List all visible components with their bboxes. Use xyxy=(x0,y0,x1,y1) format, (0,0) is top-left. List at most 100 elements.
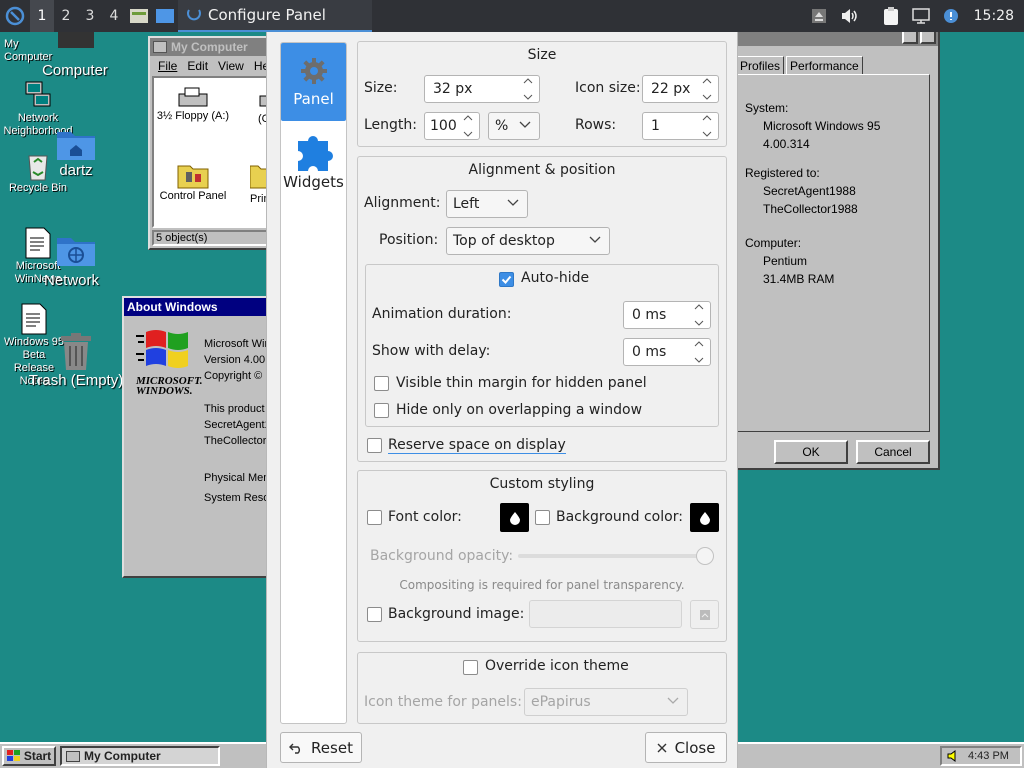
window-title: About Windows xyxy=(127,300,218,314)
cancel-label: Cancel xyxy=(874,445,912,459)
icon-size-label: Icon size: xyxy=(575,80,641,96)
drive-item[interactable]: 3½ Floppy (A:) xyxy=(156,86,230,122)
font-color-button[interactable] xyxy=(500,503,529,532)
close-button[interactable]: Close xyxy=(645,732,727,763)
spin-arrows[interactable] xyxy=(461,115,475,137)
control-panel-icon xyxy=(177,165,209,189)
windows-logo: MICROSOFT. WINDOWS. xyxy=(136,328,203,397)
background-color-label[interactable]: Background color: xyxy=(556,509,683,525)
registered-label: Registered to: xyxy=(745,166,820,180)
compositing-note: Compositing is required for panel transp… xyxy=(399,578,685,592)
icon-size-spinbox[interactable]: 22 px xyxy=(642,75,719,103)
tray-network[interactable] xyxy=(906,0,936,32)
tray-update[interactable] xyxy=(936,0,966,32)
tab-profiles[interactable]: Profiles xyxy=(736,56,785,75)
menu-edit[interactable]: Edit xyxy=(187,59,208,73)
rows-spinbox[interactable]: 1 xyxy=(642,112,719,140)
chevron-down-icon xyxy=(702,131,712,137)
about-info: Microsoft Wir Version 4.00. Copyright © … xyxy=(204,336,272,506)
reserve-space-label[interactable]: Reserve space on display xyxy=(388,437,566,454)
desktop-icon-network[interactable]: Network xyxy=(36,232,116,289)
spin-arrows[interactable] xyxy=(521,78,535,100)
quicklaunch-desktop[interactable] xyxy=(152,0,178,32)
taskbar-task-my-computer[interactable]: My Computer xyxy=(60,746,220,766)
override-icon-theme-checkbox[interactable] xyxy=(463,660,478,675)
about-windows-window[interactable]: About Windows MICROSOFT. WINDOWS. Micros… xyxy=(122,296,272,578)
control-panel-item[interactable]: Control Panel xyxy=(156,160,230,202)
computer-value: 31.4MB RAM xyxy=(763,272,835,286)
tray-eject[interactable] xyxy=(804,0,834,32)
workspace-3[interactable]: 3 xyxy=(78,0,102,32)
spin-arrows[interactable] xyxy=(692,341,706,363)
background-color-checkbox[interactable] xyxy=(535,510,550,525)
clock[interactable]: 15:28 xyxy=(966,8,1024,24)
menu-file[interactable]: File xyxy=(158,59,177,73)
thin-margin-checkbox[interactable] xyxy=(374,376,389,391)
chevron-down-icon xyxy=(507,199,519,206)
workspace-4[interactable]: 4 xyxy=(102,0,126,32)
window-title-bar[interactable]: About Windows xyxy=(124,298,270,316)
animation-duration-value: 0 ms xyxy=(632,307,667,323)
taskbar-configure-panel[interactable]: Configure Panel xyxy=(178,0,372,32)
desktop-icon-trash[interactable]: Trash (Empty) xyxy=(26,332,126,389)
autohide-label[interactable]: Auto-hide xyxy=(521,270,589,286)
my-computer-window[interactable]: My Computer File Edit View He 3½ Floppy … xyxy=(148,36,279,250)
font-color-label[interactable]: Font color: xyxy=(388,509,462,525)
reserve-space-checkbox[interactable] xyxy=(367,438,382,453)
size-spinbox[interactable]: 32 px xyxy=(424,75,540,103)
desktop-icon-my-computer[interactable]: My Computer xyxy=(4,32,94,64)
desktop-icon-label: Network xyxy=(44,272,100,289)
info-line: System Reso xyxy=(204,492,270,504)
system-properties-window[interactable]: ? ✕ Profiles Performance System: Microso… xyxy=(730,26,940,470)
show-delay-spinbox[interactable]: 0 ms xyxy=(623,338,711,366)
length-spinbox[interactable]: 100 xyxy=(424,112,480,140)
floppy-drive-icon xyxy=(178,87,208,107)
slider-handle[interactable] xyxy=(696,547,714,565)
background-image-checkbox[interactable] xyxy=(367,607,382,622)
tray-volume[interactable] xyxy=(834,0,864,32)
help-button[interactable]: ? xyxy=(902,30,918,44)
length-unit-combo[interactable]: % xyxy=(488,112,540,140)
overlap-checkbox[interactable] xyxy=(374,403,389,418)
autohide-checkbox[interactable] xyxy=(499,272,514,287)
override-icon-theme-label[interactable]: Override icon theme xyxy=(485,658,629,674)
show-delay-value: 0 ms xyxy=(632,344,667,360)
font-color-checkbox[interactable] xyxy=(367,510,382,525)
background-image-label[interactable]: Background image: xyxy=(388,606,524,622)
desktop-icon-recycle-bin[interactable]: Recycle Bin xyxy=(2,150,74,195)
update-notifier-icon xyxy=(943,9,958,23)
cancel-button[interactable]: Cancel xyxy=(856,440,930,464)
sidebar-item-panel[interactable]: Panel xyxy=(281,43,346,121)
spin-arrows[interactable] xyxy=(700,115,714,137)
sidebar-item-widgets[interactable]: Widgets xyxy=(281,121,346,199)
spin-arrows[interactable] xyxy=(700,78,714,100)
tray-clipboard[interactable] xyxy=(876,0,906,32)
system-value: Microsoft Windows 95 xyxy=(763,119,881,133)
start-button[interactable]: Start xyxy=(2,746,56,766)
window-title-bar[interactable]: My Computer xyxy=(150,38,276,56)
tab-performance[interactable]: Performance xyxy=(786,56,863,75)
workspace-2[interactable]: 2 xyxy=(54,0,78,32)
chevron-up-icon xyxy=(694,304,704,310)
close-button[interactable]: ✕ xyxy=(920,30,936,44)
background-color-button[interactable] xyxy=(690,503,719,532)
ok-button[interactable]: OK xyxy=(774,440,848,464)
start-label: Start xyxy=(23,749,52,763)
overlap-label[interactable]: Hide only on overlapping a window xyxy=(396,402,642,418)
position-combo[interactable]: Top of desktop xyxy=(446,227,610,255)
spin-arrows[interactable] xyxy=(692,304,706,326)
app-menu-button[interactable] xyxy=(0,0,30,32)
reset-label: Reset xyxy=(311,738,353,757)
workspace-1[interactable]: 1 xyxy=(30,0,54,32)
computer-icon xyxy=(66,750,80,762)
desktop-icon-computer[interactable]: Computer xyxy=(30,62,120,79)
menu-view[interactable]: View xyxy=(218,59,244,73)
image-icon xyxy=(699,609,710,620)
background-opacity-slider[interactable] xyxy=(518,547,714,565)
thin-margin-label[interactable]: Visible thin margin for hidden panel xyxy=(396,375,647,391)
reset-button[interactable]: Reset xyxy=(280,732,362,763)
animation-duration-spinbox[interactable]: 0 ms xyxy=(623,301,711,329)
speaker-icon[interactable] xyxy=(946,749,960,763)
quicklaunch-file-manager[interactable] xyxy=(126,0,152,32)
alignment-combo[interactable]: Left xyxy=(446,190,528,218)
